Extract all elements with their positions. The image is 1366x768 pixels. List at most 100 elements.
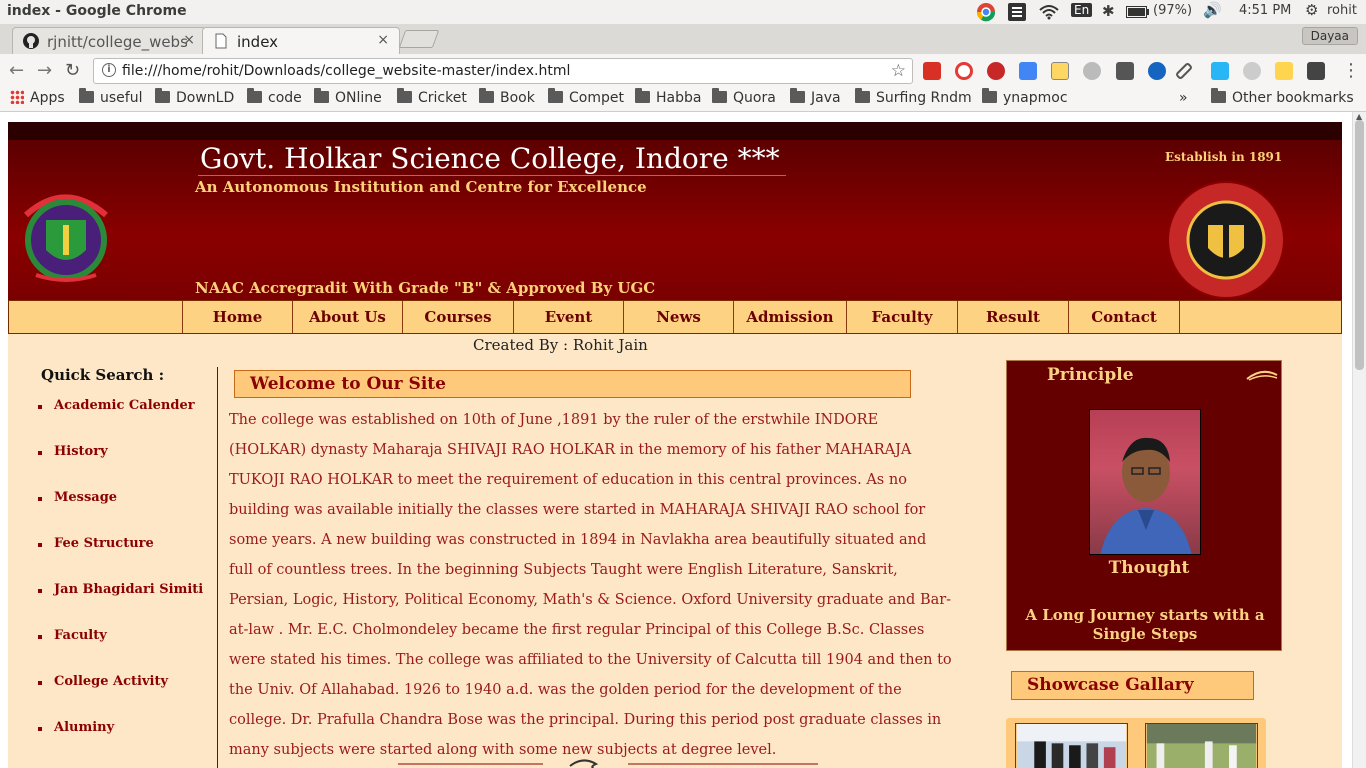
opera-extension-icon[interactable] bbox=[955, 62, 973, 80]
page-viewport: Govt. Holkar Science College, Indore ***… bbox=[0, 112, 1352, 768]
menu-contact[interactable]: Contact bbox=[1068, 301, 1180, 333]
battery-icon[interactable] bbox=[1126, 6, 1150, 18]
menu-news[interactable]: News bbox=[623, 301, 733, 333]
clock[interactable]: 4:51 PM bbox=[1239, 3, 1291, 18]
adblock-icon[interactable] bbox=[987, 62, 1005, 80]
extension-icon[interactable] bbox=[1148, 62, 1166, 80]
counter-extension-icon[interactable] bbox=[1116, 62, 1134, 80]
folder-icon bbox=[314, 88, 329, 103]
gallery-image[interactable] bbox=[1015, 723, 1128, 768]
page-scrollbar[interactable]: ▲ bbox=[1352, 112, 1366, 768]
menu-courses[interactable]: Courses bbox=[402, 301, 513, 333]
folder-icon bbox=[855, 88, 870, 103]
bookmark-star-icon[interactable]: ☆ bbox=[891, 61, 906, 81]
menu-result[interactable]: Result bbox=[957, 301, 1068, 333]
thought-quote: A Long Journey starts with a Single Step… bbox=[1025, 606, 1265, 643]
notes-icon[interactable] bbox=[1051, 62, 1069, 80]
extension-icon[interactable] bbox=[1243, 62, 1261, 80]
principal-photo bbox=[1089, 409, 1201, 555]
gallery-image[interactable] bbox=[1145, 723, 1258, 768]
thought-title: Thought bbox=[1108, 558, 1190, 578]
bookmark-folder[interactable]: ONline bbox=[314, 88, 382, 106]
bookmark-folder[interactable]: Compet bbox=[548, 88, 624, 106]
github-icon bbox=[23, 33, 39, 49]
feather-ornament-icon bbox=[1246, 370, 1278, 381]
extension-icon[interactable] bbox=[1211, 62, 1229, 80]
bluetooth-icon[interactable]: ✱ bbox=[1102, 2, 1115, 20]
ornament-divider bbox=[398, 759, 818, 768]
bookmark-folder[interactable]: Habba bbox=[635, 88, 701, 106]
quick-link[interactable]: Jan Bhagidari Simiti bbox=[38, 582, 208, 597]
input-method-indicator[interactable]: En bbox=[1071, 3, 1093, 17]
folder-icon bbox=[155, 88, 170, 103]
main-menu: Home About Us Courses Event News Admissi… bbox=[8, 300, 1342, 334]
new-tab-button[interactable] bbox=[398, 30, 440, 48]
bookmark-folder[interactable]: Surfing Rndm bbox=[855, 88, 972, 106]
folder-icon bbox=[635, 88, 650, 103]
folder-icon bbox=[479, 88, 494, 103]
volume-icon[interactable]: 🔊 bbox=[1203, 1, 1222, 19]
other-bookmarks[interactable]: Other bookmarks bbox=[1211, 88, 1354, 106]
quick-link[interactable]: College Activity bbox=[38, 674, 208, 689]
info-icon[interactable]: i bbox=[102, 63, 116, 77]
pencil-icon[interactable] bbox=[1275, 62, 1293, 80]
bookmark-folder[interactable]: Quora bbox=[712, 88, 776, 106]
bookmark-apps[interactable]: Apps bbox=[10, 90, 65, 106]
quick-link[interactable]: Message bbox=[38, 490, 208, 505]
url-text[interactable]: file:///home/rohit/Downloads/college_web… bbox=[122, 63, 570, 79]
scrollbar-thumb[interactable] bbox=[1355, 120, 1364, 370]
college-page: Govt. Holkar Science College, Indore ***… bbox=[8, 122, 1342, 768]
site-header: Govt. Holkar Science College, Indore ***… bbox=[8, 140, 1342, 300]
menu-about-us[interactable]: About Us bbox=[292, 301, 402, 333]
extension-icon[interactable] bbox=[923, 62, 941, 80]
bookmarks-bar: Apps useful DownLD code ONline Cricket B… bbox=[0, 86, 1366, 112]
bookmark-folder[interactable]: DownLD bbox=[155, 88, 234, 106]
extension-icon[interactable] bbox=[1307, 62, 1325, 80]
menu-home[interactable]: Home bbox=[182, 301, 292, 333]
quick-link[interactable]: Faculty bbox=[38, 628, 208, 643]
tab-github[interactable]: rjnitt/college_webs × bbox=[12, 27, 206, 54]
menu-dots-icon[interactable]: ⋮ bbox=[1342, 60, 1360, 81]
bookmark-folder[interactable]: useful bbox=[79, 88, 142, 106]
chrome-icon[interactable] bbox=[976, 2, 996, 22]
back-arrow-icon[interactable]: ← bbox=[9, 60, 24, 81]
close-icon[interactable]: × bbox=[183, 32, 195, 48]
task-list-icon[interactable] bbox=[1008, 3, 1026, 21]
quick-link[interactable]: Academic Calender bbox=[38, 398, 208, 413]
menu-faculty[interactable]: Faculty bbox=[846, 301, 957, 333]
quick-link[interactable]: Fee Structure bbox=[38, 536, 208, 551]
naac-logo bbox=[23, 194, 108, 282]
history-paragraph: The college was established on 10th of J… bbox=[229, 412, 952, 758]
sidebar-divider bbox=[217, 367, 218, 768]
welcome-heading: Welcome to Our Site bbox=[234, 370, 911, 398]
tagline: An Autonomous Institution and Centre for… bbox=[195, 178, 647, 196]
bookmark-folder[interactable]: Book bbox=[479, 88, 535, 106]
quick-link[interactable]: History bbox=[38, 444, 208, 459]
close-icon[interactable]: × bbox=[377, 32, 389, 48]
bookmark-folder[interactable]: code bbox=[247, 88, 302, 106]
address-bar[interactable]: i file:///home/rohit/Downloads/college_w… bbox=[93, 58, 913, 84]
user-name[interactable]: rohit bbox=[1327, 3, 1357, 18]
forward-arrow-icon[interactable]: → bbox=[37, 60, 52, 81]
bookmarks-overflow-button[interactable]: » bbox=[1179, 90, 1188, 106]
menu-admission[interactable]: Admission bbox=[733, 301, 846, 333]
reload-icon[interactable]: ↻ bbox=[65, 60, 80, 81]
bookmark-folder[interactable]: ynapmoc bbox=[982, 88, 1068, 106]
created-by: Created By : Rohit Jain bbox=[473, 336, 648, 354]
profile-button[interactable]: Dayaa bbox=[1301, 27, 1358, 45]
menu-event[interactable]: Event bbox=[513, 301, 623, 333]
apps-grid-icon bbox=[10, 90, 24, 104]
settings-gear-icon[interactable]: ⚙ bbox=[1305, 1, 1318, 19]
translate-icon[interactable] bbox=[1019, 62, 1037, 80]
document-icon bbox=[215, 33, 227, 49]
tab-strip: rjnitt/college_webs × index × bbox=[0, 24, 1366, 54]
extension-icon[interactable] bbox=[1083, 62, 1101, 80]
college-name: Govt. Holkar Science College, Indore *** bbox=[198, 142, 786, 176]
bookmark-folder[interactable]: Java bbox=[790, 88, 841, 106]
quick-link[interactable]: Aluminy bbox=[38, 720, 208, 735]
folder-icon bbox=[79, 88, 94, 103]
top-strip bbox=[8, 122, 1342, 140]
tab-index[interactable]: index × bbox=[202, 27, 400, 54]
wifi-icon[interactable] bbox=[1039, 4, 1059, 20]
bookmark-folder[interactable]: Cricket bbox=[397, 88, 467, 106]
